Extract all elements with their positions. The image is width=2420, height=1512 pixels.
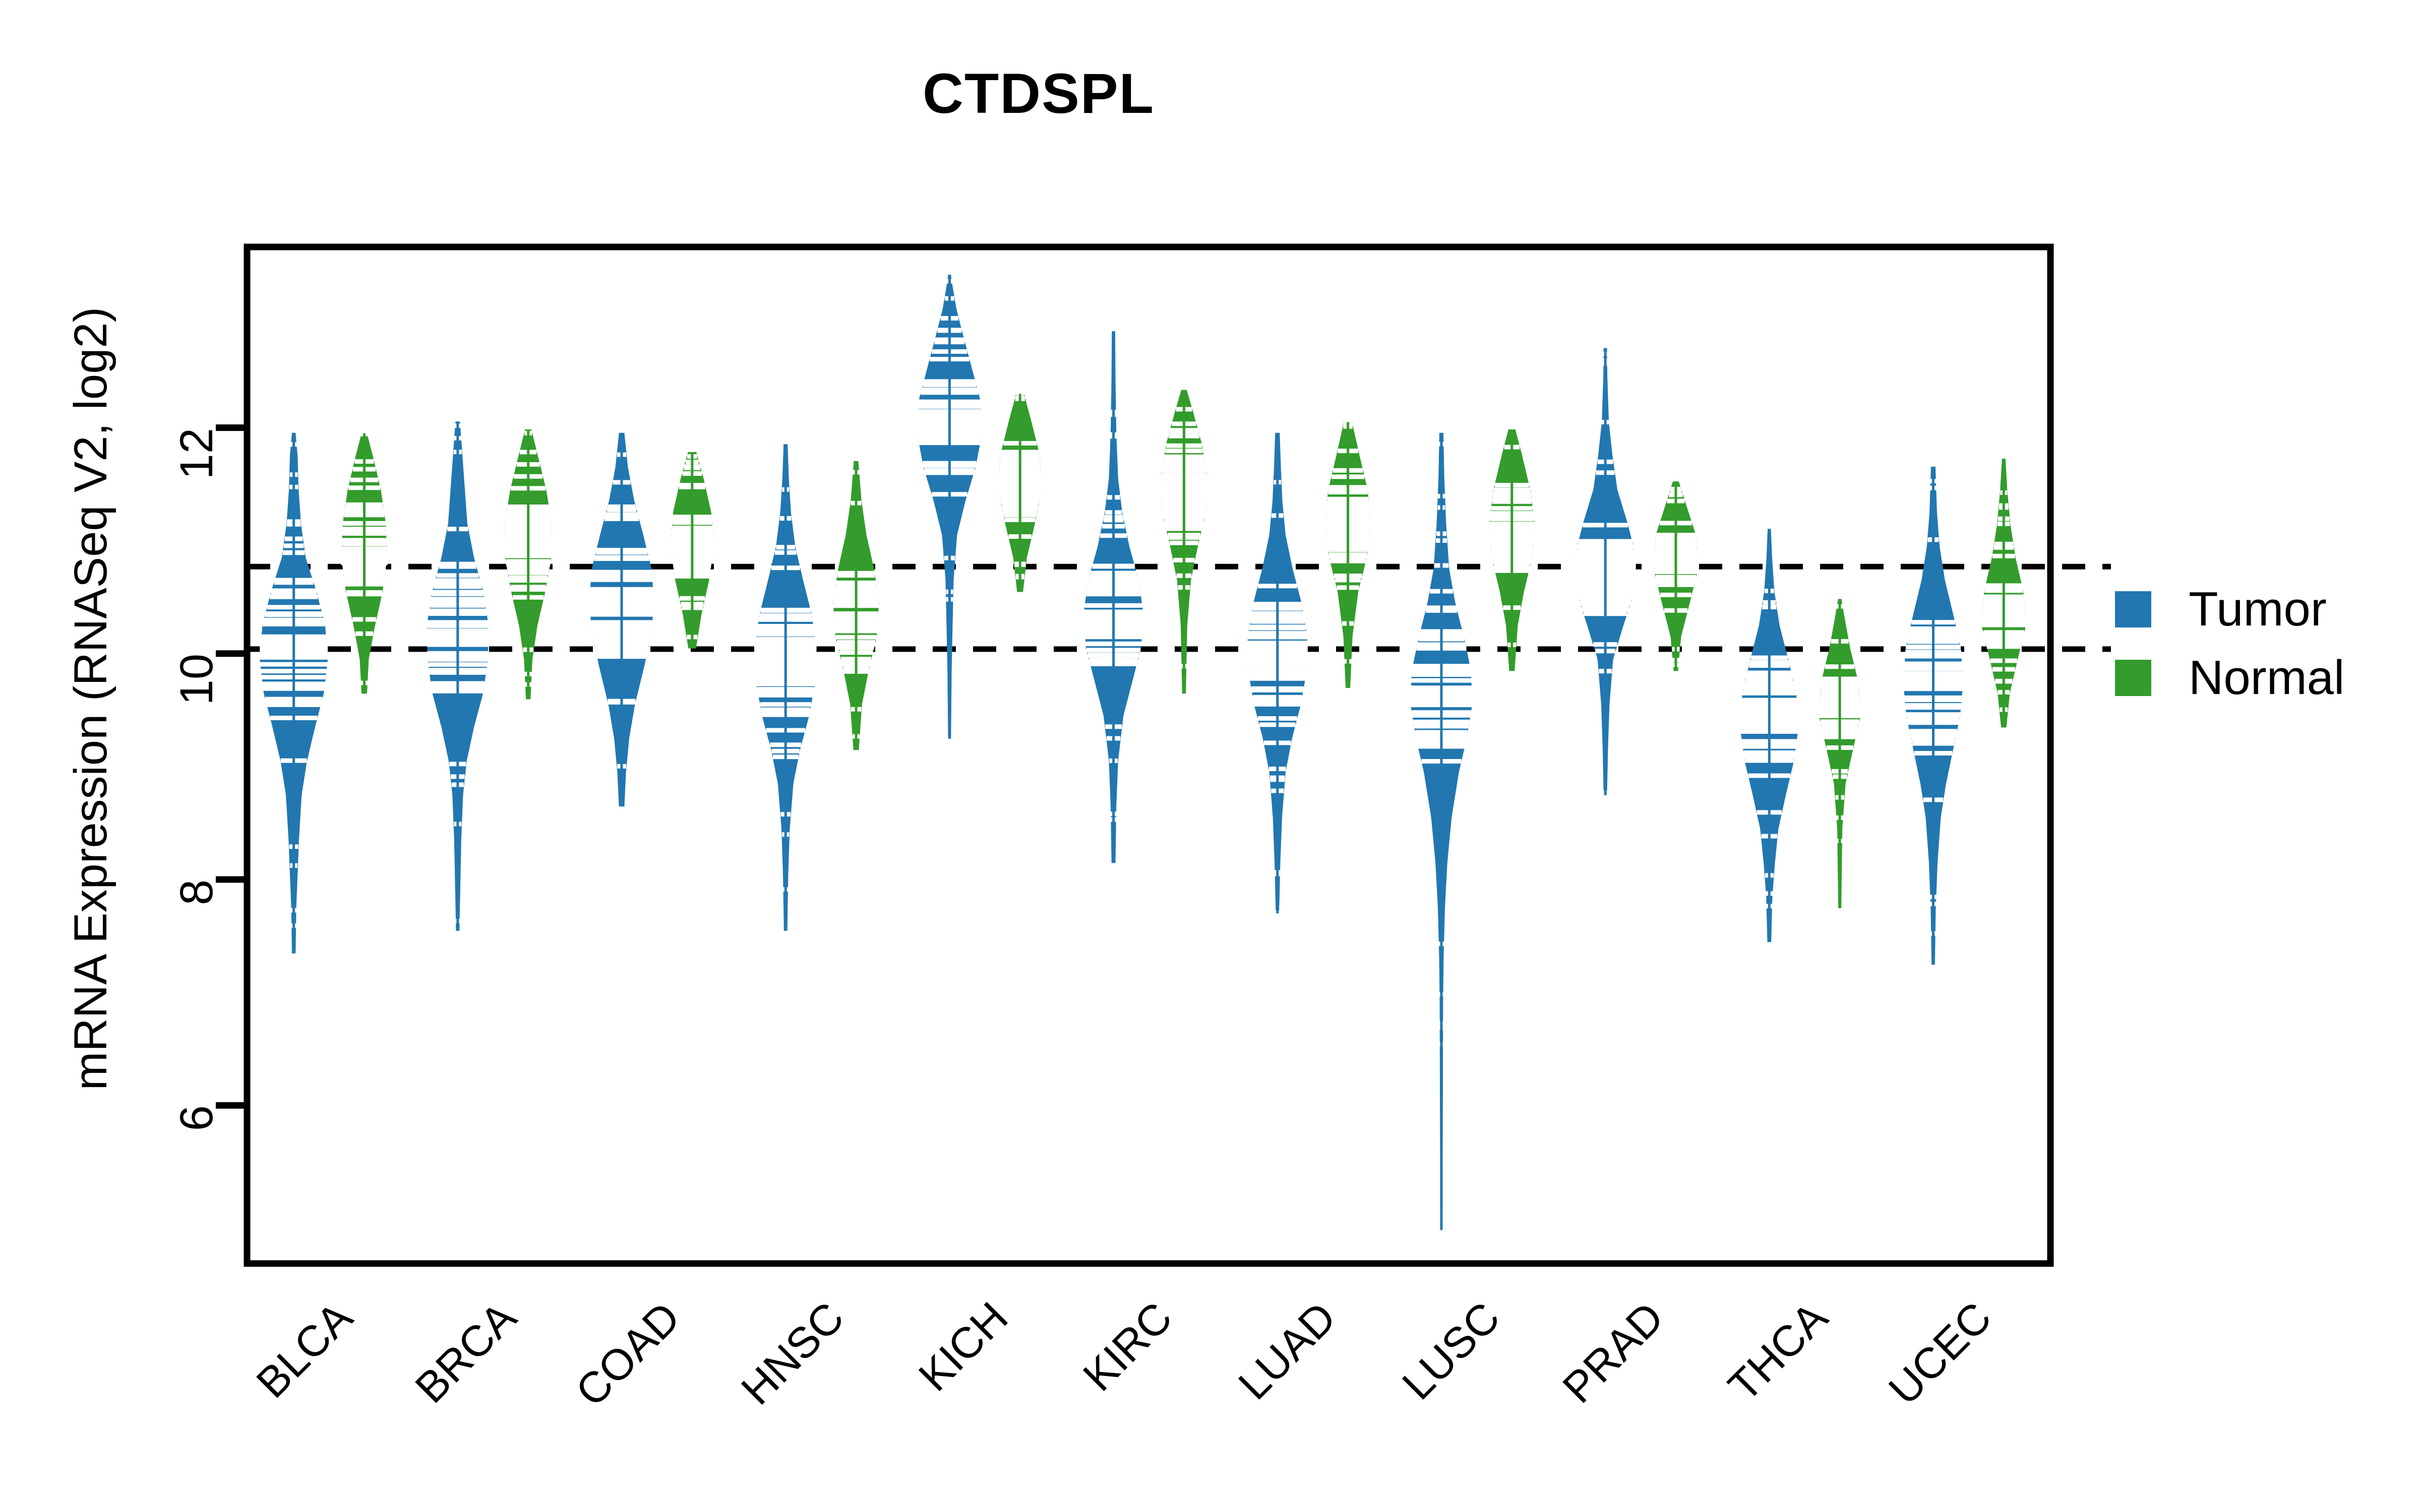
- bean-tumor-thca: [1739, 529, 1799, 942]
- legend-swatch-tumor: [2115, 591, 2151, 627]
- y-tick-label-10: 10: [171, 653, 222, 706]
- y-tick-label-6: 6: [171, 1105, 222, 1131]
- bean-normal-luad: [1324, 421, 1371, 688]
- bean-normal-kich: [998, 393, 1042, 592]
- legend-label-tumor: Tumor: [2189, 582, 2327, 636]
- bean-group-kirc: [1083, 331, 1207, 863]
- beans-group: [260, 275, 2026, 1230]
- bean-group-luad: [1247, 421, 1371, 915]
- legend-item-tumor: Tumor: [2115, 580, 2344, 639]
- bean-tumor-blca: [260, 432, 328, 954]
- bean-tumor-kich: [917, 275, 983, 739]
- bean-group-ucec: [1902, 459, 2026, 965]
- bean-tumor-brca: [426, 421, 490, 931]
- bean-tumor-ucec: [1902, 467, 1964, 965]
- legend-item-normal: Normal: [2115, 648, 2344, 708]
- bean-tumor-coad: [588, 432, 655, 807]
- axis-ticks-group: [216, 424, 247, 1109]
- bean-tumor-lusc: [1410, 432, 1473, 1230]
- bean-tumor-kirc: [1083, 331, 1144, 863]
- bean-normal-prad: [1653, 481, 1699, 671]
- legend: Tumor Normal: [2115, 580, 2344, 717]
- bean-group-lusc: [1410, 429, 1535, 1230]
- bean-group-blca: [260, 431, 388, 954]
- bean-normal-hnsc: [833, 461, 879, 750]
- bean-tumor-luad: [1247, 432, 1308, 915]
- y-tick-label-12: 12: [171, 427, 222, 479]
- bean-group-prad: [1574, 348, 1699, 795]
- bean-normal-thca: [1819, 599, 1861, 908]
- bean-normal-lusc: [1489, 429, 1535, 671]
- bean-tumor-hnsc: [754, 444, 817, 931]
- bean-normal-brca: [504, 429, 552, 700]
- bean-group-kich: [917, 275, 1042, 739]
- bean-normal-blca: [341, 431, 388, 694]
- bean-group-thca: [1739, 529, 1861, 942]
- y-tick-label-8: 8: [171, 879, 222, 906]
- bean-group-brca: [426, 421, 552, 931]
- bean-normal-kirc: [1160, 390, 1207, 694]
- bean-normal-ucec: [1981, 459, 2026, 728]
- chart-canvas: CTDSPL mRNA Expression (RNASeq V2, log2)…: [0, 0, 2420, 1512]
- legend-label-normal: Normal: [2189, 651, 2345, 705]
- bean-group-coad: [588, 432, 714, 807]
- bean-normal-coad: [670, 452, 714, 649]
- bean-tumor-prad: [1574, 348, 1637, 795]
- legend-swatch-normal: [2115, 660, 2151, 696]
- beanplot-svg: [216, 243, 2111, 1267]
- bean-group-hnsc: [754, 444, 879, 931]
